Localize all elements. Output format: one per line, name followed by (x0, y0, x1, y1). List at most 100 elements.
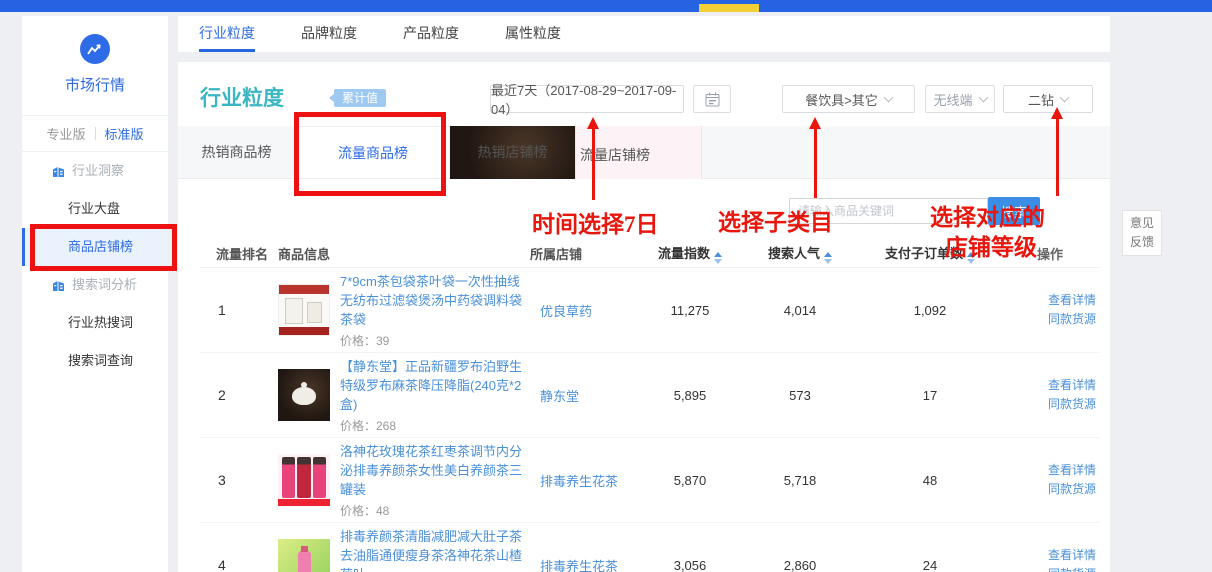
header-traffic-index: 流量指数 (640, 243, 740, 264)
paid-orders-value: 24 (860, 558, 1000, 572)
same-supply-link[interactable]: 同款货源 (1000, 310, 1096, 329)
category-dropdown[interactable]: 餐饮具>其它 (782, 85, 915, 113)
header-shop: 所属店铺 (530, 244, 640, 263)
shop-link[interactable]: 排毒养生花茶 (530, 471, 640, 490)
product-title-link[interactable]: 洛神花玫瑰花茶红枣茶调节内分泌排毒养颜茶女性美白养颜茶三罐装 (340, 442, 530, 499)
paid-orders-value: 48 (860, 473, 1000, 488)
feedback-tab[interactable]: 意见 反馈 (1122, 210, 1162, 256)
paid-orders-value: 1,092 (860, 303, 1000, 318)
feedback-label-line1: 意见 (1123, 214, 1161, 233)
sort-icon[interactable] (714, 252, 722, 264)
table-row: 4 排毒养颜茶清脂减肥减大肚子茶去油脂通便瘦身茶洛神花茶山楂荷叶 价格：28 排… (200, 523, 1100, 572)
tab-product-granularity[interactable]: 产品粒度 (403, 16, 459, 52)
product-title-link[interactable]: 【静东堂】正品新疆罗布泊野生特级罗布麻茶降压降脂(240克*2盒) (340, 357, 530, 414)
chevron-down-icon (1060, 92, 1070, 102)
sort-icon[interactable] (824, 252, 832, 264)
terminal-value: 无线端 (933, 90, 972, 109)
paid-orders-value: 17 (860, 388, 1000, 403)
sidebar-section-search-word-analysis: 搜索词分析 (22, 266, 168, 304)
product-cell: 排毒养颜茶清脂减肥减大肚子茶去油脂通便瘦身茶洛神花茶山楂荷叶 价格：28 (278, 527, 530, 572)
product-price: 价格：48 (340, 502, 530, 519)
tab-industry-granularity[interactable]: 行业粒度 (199, 16, 255, 52)
product-cell: 【静东堂】正品新疆罗布泊野生特级罗布麻茶降压降脂(240克*2盒) 价格：268 (278, 357, 530, 434)
traffic-index-value: 5,895 (640, 388, 740, 403)
sidebar-item-industry-overview[interactable]: 行业大盘 (22, 190, 168, 228)
view-details-link[interactable]: 查看详情 (1000, 291, 1096, 310)
rank-cell: 4 (200, 557, 278, 572)
header-label: 流量指数 (658, 246, 710, 261)
version-standard-link[interactable]: 标准版 (105, 124, 144, 143)
view-details-link[interactable]: 查看详情 (1000, 546, 1096, 565)
tab-brand-granularity[interactable]: 品牌粒度 (301, 16, 357, 52)
top-progress-bar (0, 0, 1212, 12)
annotation-box-sidebar-item (30, 224, 177, 271)
search-popularity-value: 5,718 (740, 473, 860, 488)
shop-link[interactable]: 静东堂 (530, 386, 640, 405)
annotation-text-shop-level-line1: 选择对应的 (930, 198, 1045, 232)
trend-chart-icon (80, 34, 110, 64)
product-price: 价格：39 (340, 332, 530, 349)
same-supply-link[interactable]: 同款货源 (1000, 395, 1096, 414)
building-icon (52, 165, 65, 178)
tab-attribute-granularity[interactable]: 属性粒度 (505, 16, 561, 52)
actions-cell: 查看详情 同款货源 (1000, 291, 1100, 329)
view-details-link[interactable]: 查看详情 (1000, 376, 1096, 395)
rank-cell: 1 (200, 302, 278, 318)
view-details-link[interactable]: 查看详情 (1000, 461, 1096, 480)
date-range-label: 最近7天（2017-08-29~2017-09-04） (491, 80, 683, 118)
section-label: 搜索词分析 (72, 266, 137, 304)
rank-cell: 2 (200, 387, 278, 403)
calendar-icon (705, 92, 720, 107)
sidebar-item-industry-hot-words[interactable]: 行业热搜词 (22, 304, 168, 342)
product-thumbnail[interactable] (278, 539, 330, 572)
chevron-down-icon (883, 92, 893, 102)
product-price: 价格：268 (340, 417, 530, 434)
annotation-arrow-date (592, 128, 595, 200)
date-range-button[interactable]: 最近7天（2017-08-29~2017-09-04） (490, 85, 684, 113)
annotation-text-date: 时间选择7日 (532, 205, 659, 239)
page-title: 行业粒度 (200, 82, 284, 112)
version-switch: 专业版 标准版 (22, 116, 168, 152)
table-row: 1 7*9cm茶包袋茶叶袋一次性抽线无纺布过滤袋煲汤中药袋调料袋茶袋 价格：39… (200, 268, 1100, 353)
product-title-link[interactable]: 7*9cm茶包袋茶叶袋一次性抽线无纺布过滤袋煲汤中药袋调料袋茶袋 (340, 272, 530, 329)
same-supply-link[interactable]: 同款货源 (1000, 480, 1096, 499)
shop-level-dropdown[interactable]: 二钻 (1003, 85, 1093, 113)
annotation-arrow-shop-level (1056, 118, 1059, 196)
product-cell: 洛神花玫瑰花茶红枣茶调节内分泌排毒养颜茶女性美白养颜茶三罐装 价格：48 (278, 442, 530, 519)
version-pro-link[interactable]: 专业版 (46, 124, 85, 143)
ranktab-hot-shops[interactable]: 热销店铺榜 (450, 126, 576, 179)
product-title-link[interactable]: 排毒养颜茶清脂减肥减大肚子茶去油脂通便瘦身茶洛神花茶山楂荷叶 (340, 527, 530, 572)
version-divider (95, 127, 96, 140)
search-popularity-value: 2,860 (740, 558, 860, 572)
ranking-table: 流量排名 商品信息 所属店铺 流量指数 搜索人气 支付子订单数 操作 1 7*9… (200, 240, 1100, 572)
actions-cell: 查看详情 同款货源 (1000, 546, 1100, 572)
ranktab-hot-products[interactable]: 热销商品榜 (178, 126, 296, 179)
traffic-index-value: 11,275 (640, 303, 740, 318)
terminal-dropdown[interactable]: 无线端 (925, 85, 995, 113)
traffic-index-value: 3,056 (640, 558, 740, 572)
actions-cell: 查看详情 同款货源 (1000, 461, 1100, 499)
app-title: 市场行情 (22, 74, 168, 95)
calendar-button[interactable] (693, 85, 731, 113)
app-logo-block: 市场行情 (22, 16, 168, 116)
sidebar-item-search-word-query[interactable]: 搜索词查询 (22, 342, 168, 380)
traffic-index-value: 5,870 (640, 473, 740, 488)
table-row: 2 【静东堂】正品新疆罗布泊野生特级罗布麻茶降压降脂(240克*2盒) 价格：2… (200, 353, 1100, 438)
category-value: 餐饮具>其它 (805, 90, 878, 109)
chevron-down-icon (978, 92, 988, 102)
shop-link[interactable]: 排毒养生花茶 (530, 556, 640, 572)
sidebar: 市场行情 专业版 标准版 行业洞察 行业大盘 商品店铺榜 搜索词分析 行业热搜词… (22, 16, 168, 572)
product-thumbnail[interactable] (278, 284, 330, 336)
product-thumbnail[interactable] (278, 454, 330, 506)
header-label: 搜索人气 (768, 246, 820, 261)
same-supply-link[interactable]: 同款货源 (1000, 565, 1096, 572)
granularity-tabs: 行业粒度 品牌粒度 产品粒度 属性粒度 (178, 16, 1110, 52)
screen: 市场行情 专业版 标准版 行业洞察 行业大盘 商品店铺榜 搜索词分析 行业热搜词… (0, 0, 1212, 572)
feedback-label-line2: 反馈 (1123, 233, 1161, 252)
shop-link[interactable]: 优良草药 (530, 301, 640, 320)
product-thumbnail[interactable] (278, 369, 330, 421)
search-popularity-value: 573 (740, 388, 860, 403)
header-search-popularity: 搜索人气 (740, 243, 860, 264)
search-popularity-value: 4,014 (740, 303, 860, 318)
rank-cell: 3 (200, 472, 278, 488)
